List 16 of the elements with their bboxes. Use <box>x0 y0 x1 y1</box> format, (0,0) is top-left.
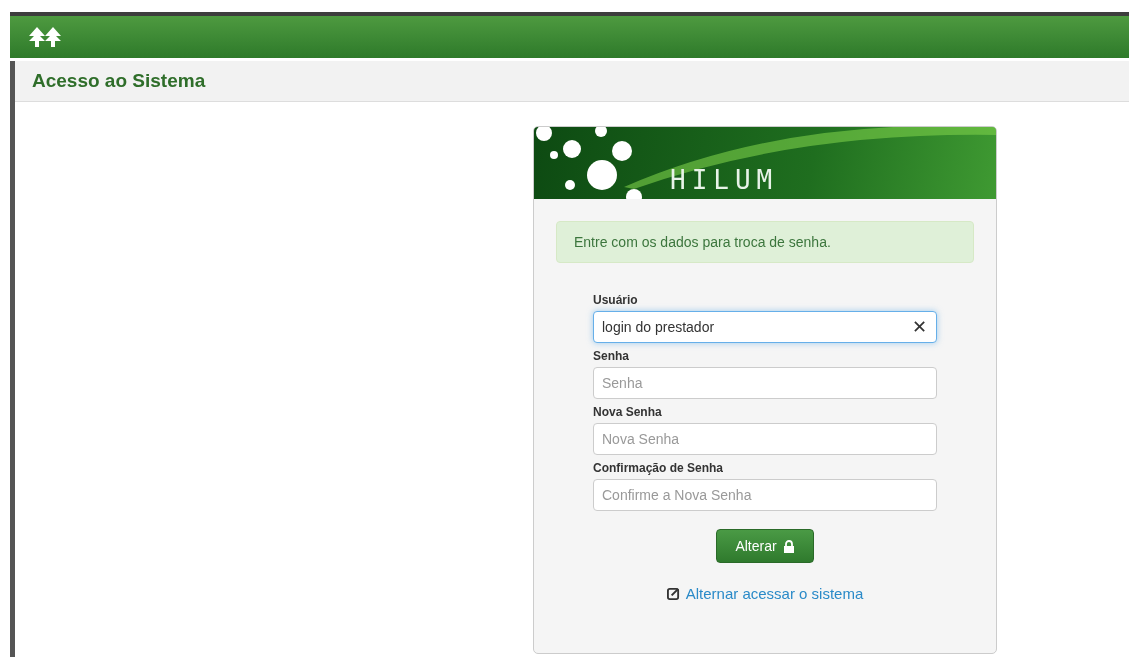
lock-icon <box>782 539 795 553</box>
field-label: Senha <box>593 349 630 363</box>
page-title: Acesso ao Sistema <box>32 70 206 92</box>
edit-icon <box>666 587 680 600</box>
field-label: Usuário <box>593 293 639 307</box>
input-field[interactable]: Confirme a Nova Senha <box>593 479 937 511</box>
field-label: Nova Senha <box>593 405 663 419</box>
change-button[interactable]: Alterar <box>716 529 814 563</box>
brand-name: HILUM <box>670 165 779 195</box>
field-label: Confirmação de Senha <box>593 461 725 475</box>
trees-logo-icon <box>28 27 62 47</box>
info-alert: Entre com os dados para troca de senha. <box>556 221 974 263</box>
switch-login-link[interactable]: Alternar acessar o sistema <box>685 585 864 602</box>
input-field[interactable]: Senha <box>593 367 937 399</box>
clear-button[interactable]: ✕ <box>908 315 931 339</box>
input-field[interactable]: Nova Senha <box>593 423 937 455</box>
